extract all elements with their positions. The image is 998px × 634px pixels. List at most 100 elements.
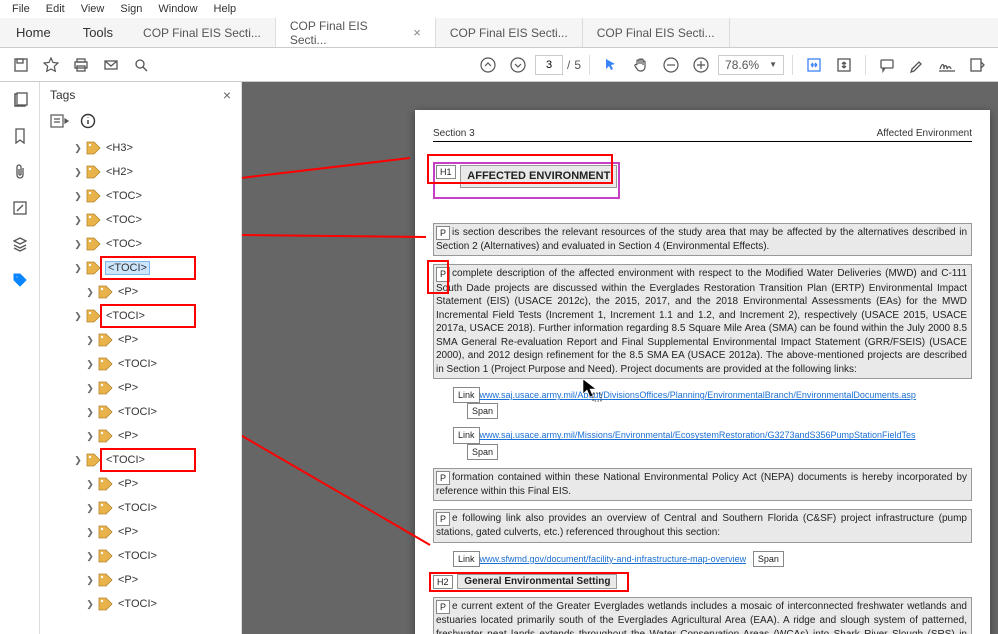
page-number-input[interactable]	[535, 55, 563, 75]
doc-tab-0[interactable]: COP Final EIS Secti...	[129, 18, 276, 47]
panel-title: Tags	[50, 88, 75, 102]
tree-node[interactable]: ❯<P>	[44, 376, 241, 400]
tree-node[interactable]: ❯ <TOCI>	[44, 496, 241, 520]
chevron-right-icon[interactable]: ❯	[72, 167, 84, 178]
tree-node[interactable]: ❯<H3>	[44, 136, 241, 160]
tree-node[interactable]: ❯<TOC>	[44, 232, 241, 256]
fit-page-icon[interactable]	[831, 52, 857, 78]
pointer-icon[interactable]	[598, 52, 624, 78]
doc-tab-3[interactable]: COP Final EIS Secti...	[583, 18, 730, 47]
chevron-right-icon[interactable]: ❯	[72, 263, 84, 274]
options-icon[interactable]	[50, 114, 70, 128]
signatures-icon[interactable]	[8, 196, 32, 220]
menu-window[interactable]: Window	[150, 3, 205, 15]
link-text[interactable]: www.sfwmd.gov/document/facility-and-infr…	[480, 554, 747, 564]
node-label: <P>	[118, 334, 138, 346]
tree-node[interactable]: ❯ <P>	[44, 328, 241, 352]
chevron-right-icon[interactable]: ❯	[72, 215, 84, 226]
chevron-right-icon[interactable]: ❯	[84, 503, 96, 514]
chevron-right-icon[interactable]: ❯	[72, 455, 84, 466]
tree-node[interactable]: ❯<P>	[44, 424, 241, 448]
document-canvas[interactable]: Section 3 Affected Environment H1 AFFECT…	[242, 82, 998, 634]
doc-tab-1[interactable]: COP Final EIS Secti...×	[276, 18, 436, 47]
link-text[interactable]: www.saj.usace.army.mil/About/DivisionsOf…	[480, 390, 916, 400]
p-badge: P	[436, 512, 450, 526]
tree-node[interactable]: ❯<TOCI>	[44, 592, 241, 616]
info-icon[interactable]	[80, 113, 96, 129]
home-button[interactable]: Home	[0, 18, 67, 47]
more-icon[interactable]	[964, 52, 990, 78]
tree-node[interactable]: ❯<P>	[44, 472, 241, 496]
tree-node[interactable]: ❯<TOCI>	[44, 304, 241, 328]
chevron-right-icon[interactable]: ❯	[84, 431, 96, 442]
heading-2: General Environmental Setting	[457, 574, 617, 589]
chevron-right-icon[interactable]: ❯	[84, 335, 96, 346]
sign-icon[interactable]	[934, 52, 960, 78]
tree-node[interactable]: ❯<TOCI>	[44, 256, 241, 280]
p-badge: P	[436, 267, 450, 281]
mail-icon[interactable]	[98, 52, 124, 78]
thumbnails-icon[interactable]	[8, 88, 32, 112]
page-down-icon[interactable]	[505, 52, 531, 78]
attachments-icon[interactable]	[8, 160, 32, 184]
tree-node[interactable]: ❯<TOCI>	[44, 448, 241, 472]
node-label: <TOC>	[106, 214, 142, 226]
chevron-right-icon[interactable]: ❯	[84, 551, 96, 562]
doc-tab-2[interactable]: COP Final EIS Secti...	[436, 18, 583, 47]
chevron-right-icon[interactable]: ❯	[72, 311, 84, 322]
print-icon[interactable]	[68, 52, 94, 78]
paragraph-text: e current extent of the Greater Everglad…	[436, 601, 967, 634]
tree-node[interactable]: ❯<P>	[44, 520, 241, 544]
tree-node[interactable]: ❯ <TOCI>	[44, 544, 241, 568]
tree-node[interactable]: ❯ <TOC>	[44, 208, 241, 232]
zoom-select[interactable]: 78.6%▼	[718, 55, 784, 75]
link-row: Linkwww.sfwmd.gov/document/facility-and-…	[453, 551, 972, 567]
tree-node[interactable]: ❯<P>	[44, 568, 241, 592]
tree-node[interactable]: ❯<P>	[44, 280, 241, 304]
search-icon[interactable]	[128, 52, 154, 78]
chevron-right-icon[interactable]: ❯	[84, 575, 96, 586]
fit-width-icon[interactable]	[801, 52, 827, 78]
tools-button[interactable]: Tools	[67, 18, 129, 47]
chevron-right-icon[interactable]: ❯	[84, 479, 96, 490]
chevron-right-icon[interactable]: ❯	[84, 359, 96, 370]
chevron-right-icon[interactable]: ❯	[72, 143, 84, 154]
hand-icon[interactable]	[628, 52, 654, 78]
menu-view[interactable]: View	[73, 3, 113, 15]
chevron-right-icon[interactable]: ❯	[72, 239, 84, 250]
tags-tree[interactable]: ❯<H3>❯<H2>❯<TOC>❯<TOC>❯<TOC>❯<TOCI>❯<P>❯…	[40, 134, 241, 634]
page-up-icon[interactable]	[475, 52, 501, 78]
menu-sign[interactable]: Sign	[112, 3, 150, 15]
comment-icon[interactable]	[874, 52, 900, 78]
bookmarks-icon[interactable]	[8, 124, 32, 148]
star-icon[interactable]	[38, 52, 64, 78]
node-label: <TOCI>	[118, 550, 157, 562]
chevron-right-icon[interactable]: ❯	[84, 407, 96, 418]
highlight-icon[interactable]	[904, 52, 930, 78]
menu-edit[interactable]: Edit	[38, 3, 73, 15]
chevron-right-icon[interactable]: ❯	[84, 527, 96, 538]
zoom-in-icon[interactable]	[688, 52, 714, 78]
tree-node[interactable]: ❯<TOC>	[44, 184, 241, 208]
tree-node[interactable]: ❯<H2>	[44, 160, 241, 184]
chevron-right-icon[interactable]: ❯	[84, 383, 96, 394]
menu-file[interactable]: File	[4, 3, 38, 15]
node-label: <TOCI>	[118, 502, 157, 514]
chevron-right-icon[interactable]: ❯	[84, 599, 96, 610]
tree-node[interactable]: ❯<TOCI>	[44, 400, 241, 424]
paragraph-text: formation contained within these Nationa…	[436, 472, 967, 497]
chevron-right-icon[interactable]: ❯	[72, 191, 84, 202]
span-badge: Span	[467, 444, 498, 460]
save-icon[interactable]	[8, 52, 34, 78]
link-text[interactable]: www.saj.usace.army.mil/Missions/Environm…	[480, 430, 916, 440]
chevron-right-icon[interactable]: ❯	[84, 287, 96, 298]
running-head-left: Section 3	[433, 128, 475, 139]
menu-help[interactable]: Help	[206, 3, 245, 15]
close-icon[interactable]: ×	[413, 25, 421, 40]
tags-icon[interactable]	[8, 268, 32, 292]
tree-node[interactable]: ❯<TOCI>	[44, 352, 241, 376]
panel-close-icon[interactable]: ×	[223, 87, 231, 103]
zoom-out-icon[interactable]	[658, 52, 684, 78]
layers-icon[interactable]	[8, 232, 32, 256]
page: Section 3 Affected Environment H1 AFFECT…	[415, 110, 990, 634]
